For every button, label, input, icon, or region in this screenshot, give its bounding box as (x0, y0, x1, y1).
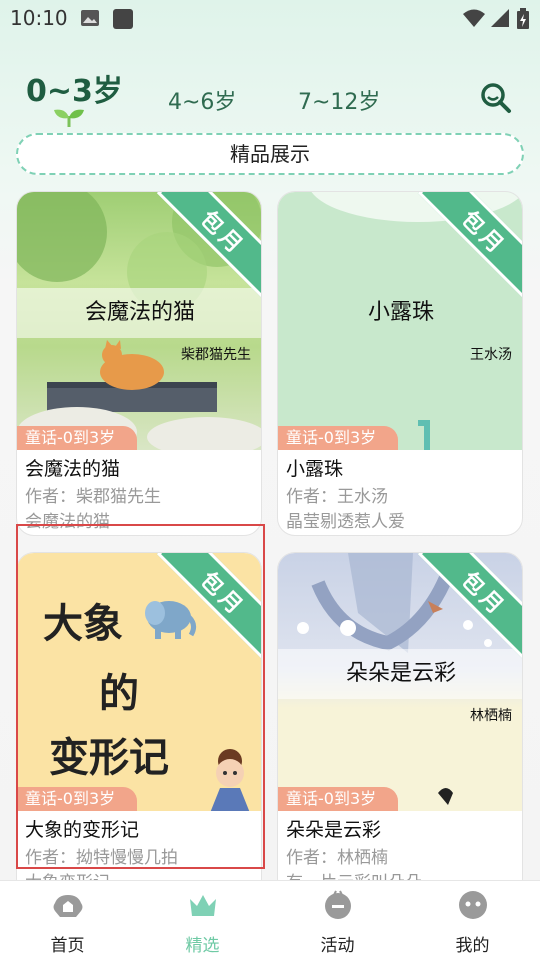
genre-tag: 童话-0到3岁 (278, 787, 399, 811)
cover-title: 朵朵是云彩 (278, 649, 522, 699)
elephant-icon (141, 595, 197, 643)
book-card[interactable]: 会魔法的猫 柴郡猫先生 包月 童话-0到3岁 会魔法的猫 作者：柴郡猫先生 会魔… (16, 191, 262, 536)
nav-activity-label: 活动 (320, 936, 355, 956)
genre-tag: 童话-0到3岁 (278, 426, 399, 450)
cover-author: 王水汤 (470, 347, 512, 363)
wifi-icon (462, 8, 486, 33)
status-time: 10:10 (10, 6, 68, 30)
nav-profile[interactable]: 我的 (405, 881, 540, 960)
sprout-icon (52, 106, 86, 132)
app-notification-icon (112, 8, 134, 35)
nav-home-label: 首页 (50, 936, 85, 956)
tab-age-4-6[interactable]: 4~6岁 (168, 84, 236, 116)
book-cover: 大象 的 变形记 包月 童话-0到3岁 (17, 553, 261, 811)
genre-tag: 童话-0到3岁 (17, 787, 138, 811)
nav-featured[interactable]: 精选 (135, 881, 270, 960)
cover-title: 会魔法的猫 (17, 288, 261, 338)
book-author: 作者：拗特慢慢几拍 (25, 848, 178, 868)
bottom-nav: 首页 精选 活动 我的 (0, 880, 540, 960)
signal-icon (490, 8, 510, 33)
image-icon (80, 8, 100, 32)
book-title: 朵朵是云彩 (286, 819, 382, 841)
crown-icon (187, 889, 219, 921)
book-author: 作者：王水汤 (286, 487, 388, 507)
cover-title-line: 变形记 (49, 735, 169, 781)
book-author: 作者：柴郡猫先生 (25, 487, 161, 507)
cover-author: 柴郡猫先生 (181, 347, 251, 363)
book-cover: 小露珠 王水汤 包月 童话-0到3岁 (278, 192, 522, 450)
profile-icon (457, 889, 489, 921)
cover-title: 小露珠 (367, 300, 434, 325)
nav-home[interactable]: 首页 (0, 881, 135, 960)
book-title: 小露珠 (286, 458, 344, 480)
book-cover: 会魔法的猫 柴郡猫先生 包月 童话-0到3岁 (17, 192, 261, 450)
book-card[interactable]: 朵朵是云彩 林栖楠 包月 童话-0到3岁 朵朵是云彩 作者：林栖楠 有一片云彩叫… (277, 552, 523, 897)
premium-showcase-banner[interactable]: 精品展示 (16, 133, 524, 175)
nav-profile-label: 我的 (455, 936, 490, 956)
book-title: 会魔法的猫 (25, 458, 121, 480)
book-card[interactable]: 小露珠 王水汤 包月 童话-0到3岁 小露珠 作者：王水汤 晶莹剔透惹人爱 (277, 191, 523, 536)
book-description: 会魔法的猫 (25, 512, 110, 532)
cover-author: 林栖楠 (470, 708, 512, 724)
search-icon[interactable] (478, 80, 512, 114)
genre-tag: 童话-0到3岁 (17, 426, 138, 450)
nav-activity[interactable]: 活动 (270, 881, 405, 960)
tab-age-0-3[interactable]: 0~3岁 (26, 66, 123, 110)
cover-title-line: 的 (99, 671, 139, 717)
nav-featured-label: 精选 (185, 936, 220, 956)
book-author: 作者：林栖楠 (286, 848, 388, 868)
activity-icon (322, 889, 354, 921)
book-description: 晶莹剔透惹人爱 (286, 512, 405, 532)
book-card[interactable]: 大象 的 变形记 包月 童话-0到3岁 大象的变形记 作者：拗特慢慢几拍 大象变… (16, 552, 262, 897)
book-cover: 朵朵是云彩 林栖楠 包月 童话-0到3岁 (278, 553, 522, 811)
battery-icon (516, 8, 530, 35)
cover-title-line: 大象 (43, 601, 123, 647)
status-bar: 10:10 (0, 0, 540, 36)
home-icon (52, 889, 84, 921)
book-title: 大象的变形记 (25, 819, 140, 841)
tab-age-7-12[interactable]: 7~12岁 (298, 84, 380, 116)
